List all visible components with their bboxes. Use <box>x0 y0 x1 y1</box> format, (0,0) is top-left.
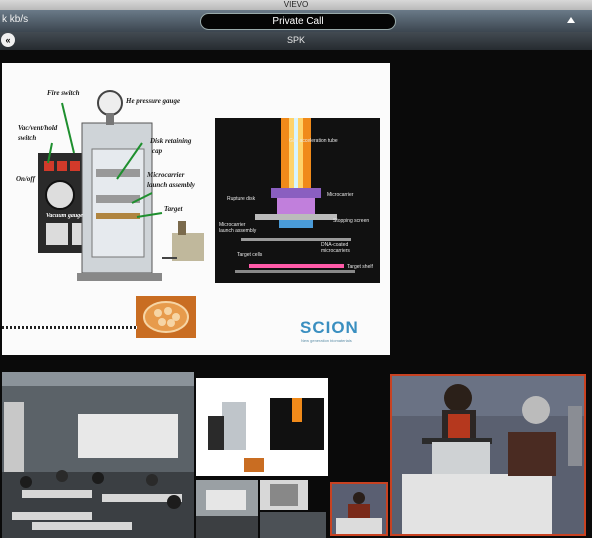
diag-target-shelf: Target shelf <box>347 264 373 270</box>
label-switch: switch <box>18 134 37 142</box>
label-he-pressure-gauge: He pressure gauge <box>126 97 181 105</box>
scion-logo-sub: New generation biomaterials <box>301 338 352 343</box>
diag-gas-tube: Gas acceleration tube <box>289 138 338 144</box>
diag-microcarrier: Microcarrier <box>327 192 354 198</box>
participant-tile-3[interactable] <box>260 512 326 538</box>
speaker-bar: « SPK <box>0 32 592 50</box>
label-disk-retaining: Disk retaining <box>150 137 192 145</box>
participant-tile-2[interactable] <box>260 480 308 510</box>
slide-thumbnail[interactable] <box>196 378 328 476</box>
mechanism-diagram: Gas acceleration tube Rupture disk Micro… <box>215 118 380 283</box>
label-microcarrier: Microcarrier <box>147 171 185 179</box>
signal-icon <box>565 14 577 26</box>
title-bar: VIEVO <box>0 0 592 10</box>
participant-strip <box>0 372 592 538</box>
label-on-off: On/off <box>16 175 35 183</box>
gene-gun-illustration <box>38 90 204 281</box>
scion-logo: SCION <box>300 318 359 337</box>
call-toolbar: k kb/s Private Call <box>0 10 592 32</box>
speaker-label: SPK <box>286 35 305 45</box>
petri-dish-photo <box>136 296 196 338</box>
shared-slide: Fire switch He pressure gauge Vac/vent/h… <box>2 63 390 355</box>
diag-target-cells: Target cells <box>237 252 263 258</box>
window-title: VIEVO <box>283 0 309 9</box>
label-launch-assembly: launch assembly <box>147 181 196 189</box>
participant-tile-1[interactable] <box>196 480 258 538</box>
label-fire-switch: Fire switch <box>47 89 80 97</box>
diag-launch-assembly: Microcarrier launch assembly <box>219 222 257 234</box>
label-target: Target <box>164 205 183 213</box>
diag-rupture-disk: Rupture disk <box>227 196 256 202</box>
speaker-thumbnail[interactable] <box>330 482 388 536</box>
participant-classroom[interactable] <box>2 372 194 538</box>
diag-stopping-screen: Stopping screen <box>333 218 370 224</box>
bitrate-readout: k kb/s <box>2 14 29 25</box>
call-status-pill[interactable]: Private Call <box>200 13 396 30</box>
label-vacuum-gauge: Vacuum gauge <box>46 213 83 219</box>
slide-scanline <box>2 326 137 329</box>
diag-dna-coated: DNA-coated microcarriers <box>321 242 350 254</box>
label-vac-vent-hold: Vac/vent/hold <box>18 124 58 132</box>
active-speaker-video[interactable] <box>390 374 586 536</box>
label-cap: cap <box>152 147 163 155</box>
